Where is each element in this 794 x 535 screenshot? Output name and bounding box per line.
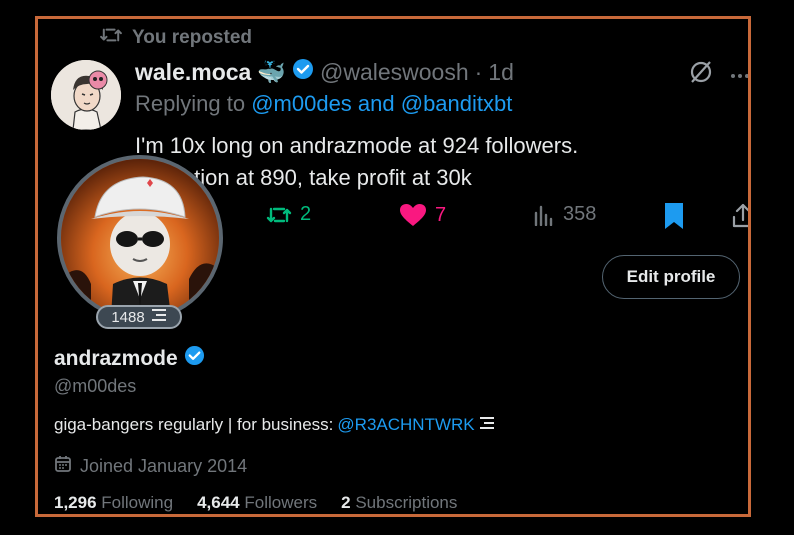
bio-text: giga-bangers regularly | for business: — [54, 415, 334, 434]
profile-handle: @m00des — [54, 376, 137, 396]
tweet-text: I'm 10x long on andrazmode at 924 follow… — [135, 130, 695, 194]
retweet-count: 2 — [300, 203, 312, 225]
subscriptions-label: Subscriptions — [355, 493, 458, 512]
verified-badge-icon — [184, 345, 205, 372]
verified-badge-icon — [292, 58, 314, 86]
separator-dot: · — [474, 58, 483, 85]
profile-display-name: andrazmode — [54, 345, 205, 372]
subscriptions-link[interactable]: 2 Subscriptions — [341, 493, 457, 513]
repost-icon — [100, 26, 122, 50]
following-count: 1,296 — [54, 493, 97, 512]
tweet-author-handle[interactable]: @waleswoosh — [320, 59, 469, 86]
views-button[interactable]: 358 — [533, 203, 596, 226]
like-button[interactable]: 7 — [399, 203, 446, 227]
followers-label: Followers — [244, 493, 318, 512]
more-options-icon[interactable] — [730, 67, 748, 85]
author-avatar[interactable] — [51, 60, 121, 130]
screenshot-frame: You reposted wale.moca 🐳 @waleswoosh · 1… — [35, 16, 751, 517]
followers-link[interactable]: 4,644 Followers — [197, 493, 317, 513]
bookmark-icon[interactable] — [663, 202, 685, 235]
views-count: 358 — [563, 203, 597, 225]
retweet-button[interactable]: 2 — [266, 203, 311, 226]
replying-to-prefix: Replying to — [135, 91, 246, 116]
following-label: Following — [101, 493, 174, 512]
bio-link[interactable]: @R3ACHNTWRK — [337, 415, 474, 435]
profile-avatar[interactable] — [57, 155, 223, 321]
subscriptions-count: 2 — [341, 493, 351, 512]
profile-stats: 1,296 Following 4,644 Followers 2 Subscr… — [54, 493, 457, 513]
profile-name-text: andrazmode — [54, 346, 178, 370]
grok-icon[interactable] — [688, 59, 714, 90]
like-count: 7 — [435, 203, 447, 226]
tweet-text-line-2: lation at 890, take profit at 30k — [177, 165, 472, 190]
repost-indicator: You reposted — [100, 26, 252, 50]
replying-to-users[interactable]: @m00des and @banditxbt — [251, 91, 512, 116]
tweet-timestamp[interactable]: 1d — [488, 59, 514, 86]
repost-label: You reposted — [132, 27, 252, 48]
tweet-author-name[interactable]: wale.moca — [135, 59, 251, 86]
menu-lines-icon — [151, 308, 167, 326]
views-chart-icon — [534, 205, 553, 226]
tweet-text-line-1: I'm 10x long on andrazmode at 924 follow… — [135, 133, 579, 158]
following-link[interactable]: 1,296 Following — [54, 493, 173, 513]
profile-bio: giga-bangers regularly | for business: @… — [54, 415, 495, 435]
menu-lines-icon — [479, 415, 495, 435]
retweet-icon — [266, 207, 292, 222]
avatar-badge-number: 1488 — [111, 308, 145, 326]
avatar-badge: 1488 — [96, 305, 182, 329]
tweet-author-line: wale.moca 🐳 @waleswoosh · 1d — [135, 58, 514, 86]
whale-emoji-icon: 🐳 — [257, 58, 286, 85]
joined-text: Joined January 2014 — [80, 456, 248, 476]
heart-icon — [400, 204, 426, 226]
followers-count: 4,644 — [197, 493, 240, 512]
edit-profile-button[interactable]: Edit profile — [602, 255, 740, 299]
replying-to-line: Replying to @m00des and @banditxbt — [135, 91, 512, 117]
share-icon[interactable] — [731, 202, 748, 233]
profile-joined: Joined January 2014 — [54, 455, 247, 478]
calendar-icon — [54, 455, 72, 478]
